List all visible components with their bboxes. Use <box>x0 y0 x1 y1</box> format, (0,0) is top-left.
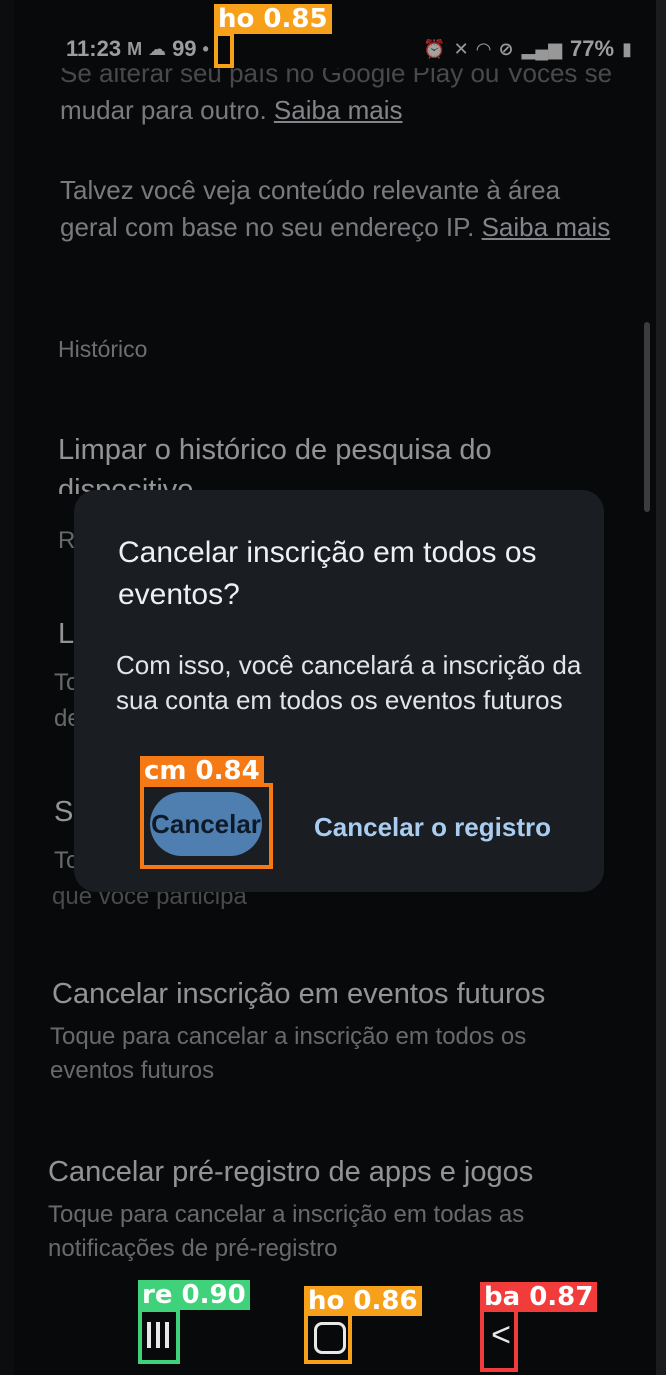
detection-label-cm: cm 0.84 <box>140 756 264 786</box>
detection-box-ho-nav <box>304 1312 352 1364</box>
unregister-button[interactable]: Cancelar o registro <box>314 812 551 843</box>
detection-label-ho-status: ho 0.85 <box>214 4 332 34</box>
detection-box-cm <box>140 783 273 869</box>
detection-label-ba: ba 0.87 <box>480 1282 598 1312</box>
detection-box-ba <box>480 1308 518 1372</box>
detection-box-ho-status <box>214 32 234 68</box>
detection-label-ho-nav: ho 0.86 <box>304 1286 422 1316</box>
detection-label-re: re 0.90 <box>138 1280 250 1310</box>
detection-box-re <box>138 1308 180 1364</box>
dialog-title: Cancelar inscrição em todos os eventos? <box>118 536 537 611</box>
dialog-body: Com isso, você cancelará a inscrição da … <box>116 650 582 715</box>
